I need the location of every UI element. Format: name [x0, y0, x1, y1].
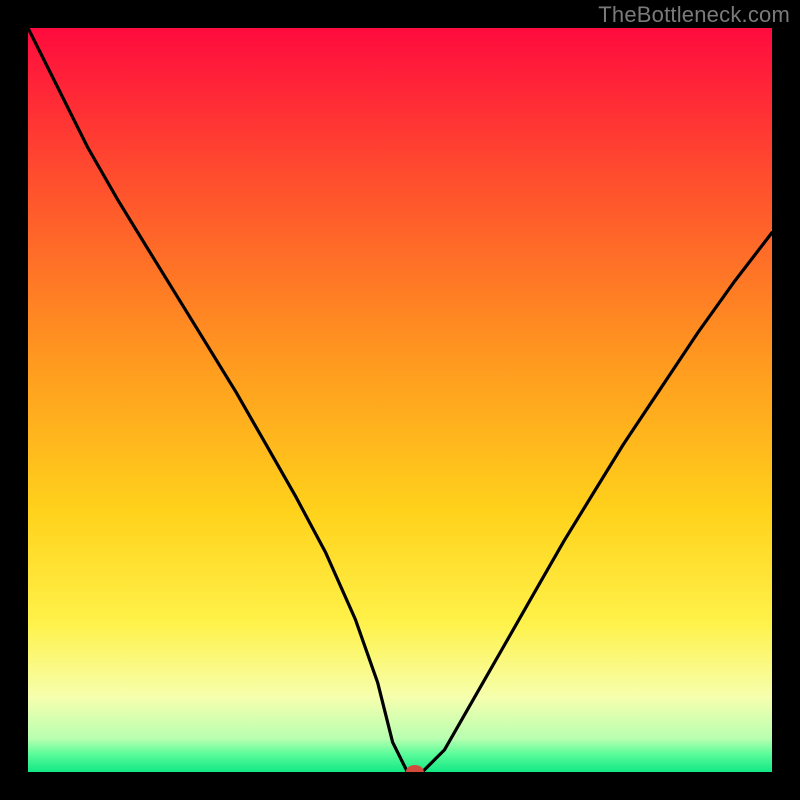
gradient-background — [28, 28, 772, 772]
watermark-text: TheBottleneck.com — [598, 2, 790, 28]
optimum-marker — [406, 765, 424, 779]
chart-frame: { "watermark": "TheBottleneck.com", "cha… — [0, 0, 800, 800]
bottleneck-chart — [0, 0, 800, 800]
